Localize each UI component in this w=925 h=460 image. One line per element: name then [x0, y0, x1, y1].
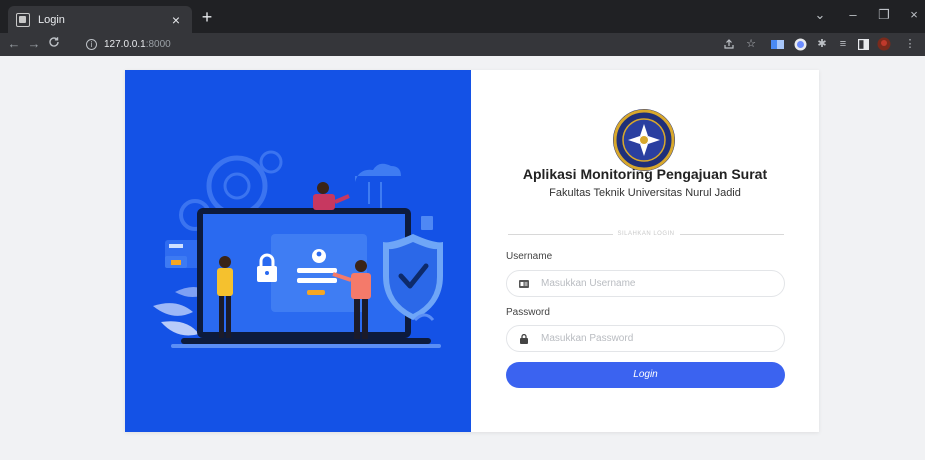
- login-divider: SILAHKAN LOGIN: [508, 228, 785, 240]
- login-button[interactable]: Login: [506, 362, 785, 388]
- app-title: Aplikasi Monitoring Pengajuan Surat: [522, 166, 768, 182]
- login-form-panel: Aplikasi Monitoring Pengajuan Surat Faku…: [471, 70, 819, 432]
- maximize-button[interactable]: ❐: [876, 8, 892, 22]
- password-label: Password: [506, 307, 550, 318]
- back-button[interactable]: ←: [6, 36, 22, 52]
- id-card-icon: [519, 279, 529, 289]
- browser-toolbar: ← → i 127.0.0.1:8000 ☆ ✱ ≡ ⋮: [0, 33, 925, 56]
- password-field[interactable]: [506, 325, 785, 352]
- reload-icon: [49, 37, 59, 47]
- tab-close-button[interactable]: ×: [168, 13, 184, 27]
- tab-search-button[interactable]: ⌄: [812, 8, 828, 22]
- bookmark-star-icon[interactable]: ☆: [744, 37, 758, 51]
- security-login-illustration: [153, 150, 443, 348]
- university-seal-icon: [612, 108, 676, 172]
- extensions-puzzle-icon[interactable]: ✱: [815, 37, 829, 51]
- minimize-button[interactable]: –: [845, 8, 861, 22]
- favicon-icon: [16, 12, 30, 27]
- login-card: Aplikasi Monitoring Pengajuan Surat Faku…: [125, 70, 819, 432]
- url-text: 127.0.0.1:8000: [104, 39, 171, 50]
- browser-tab-bar: Login × + ⌄ – ❐ ×: [0, 0, 925, 33]
- reload-button[interactable]: [46, 36, 62, 52]
- close-window-button[interactable]: ×: [906, 8, 922, 22]
- divider-text: SILAHKAN LOGIN: [617, 231, 675, 237]
- forward-button[interactable]: →: [26, 36, 42, 52]
- reading-list-icon[interactable]: ≡: [836, 37, 850, 51]
- app-subtitle: Fakultas Teknik Universitas Nurul Jadid: [549, 187, 741, 199]
- tab-title: Login: [38, 13, 65, 26]
- address-bar[interactable]: i 127.0.0.1:8000: [86, 36, 706, 53]
- divider-line: [508, 233, 613, 235]
- username-field[interactable]: [506, 270, 785, 297]
- password-input[interactable]: [541, 333, 771, 344]
- illustration-panel: [125, 70, 471, 432]
- extension-translate-icon[interactable]: [770, 37, 784, 51]
- browser-tab[interactable]: Login ×: [8, 6, 192, 33]
- divider-line: [679, 233, 785, 235]
- profile-avatar[interactable]: [877, 37, 891, 51]
- lock-icon: [519, 333, 529, 344]
- new-tab-button[interactable]: +: [198, 8, 216, 26]
- username-input[interactable]: [541, 278, 771, 289]
- share-icon[interactable]: [722, 37, 736, 51]
- username-label: Username: [506, 251, 553, 262]
- side-panel-icon[interactable]: [856, 37, 870, 51]
- site-info-icon[interactable]: i: [86, 39, 97, 50]
- extension-circle-icon[interactable]: [793, 37, 807, 51]
- browser-menu-icon[interactable]: ⋮: [903, 37, 917, 51]
